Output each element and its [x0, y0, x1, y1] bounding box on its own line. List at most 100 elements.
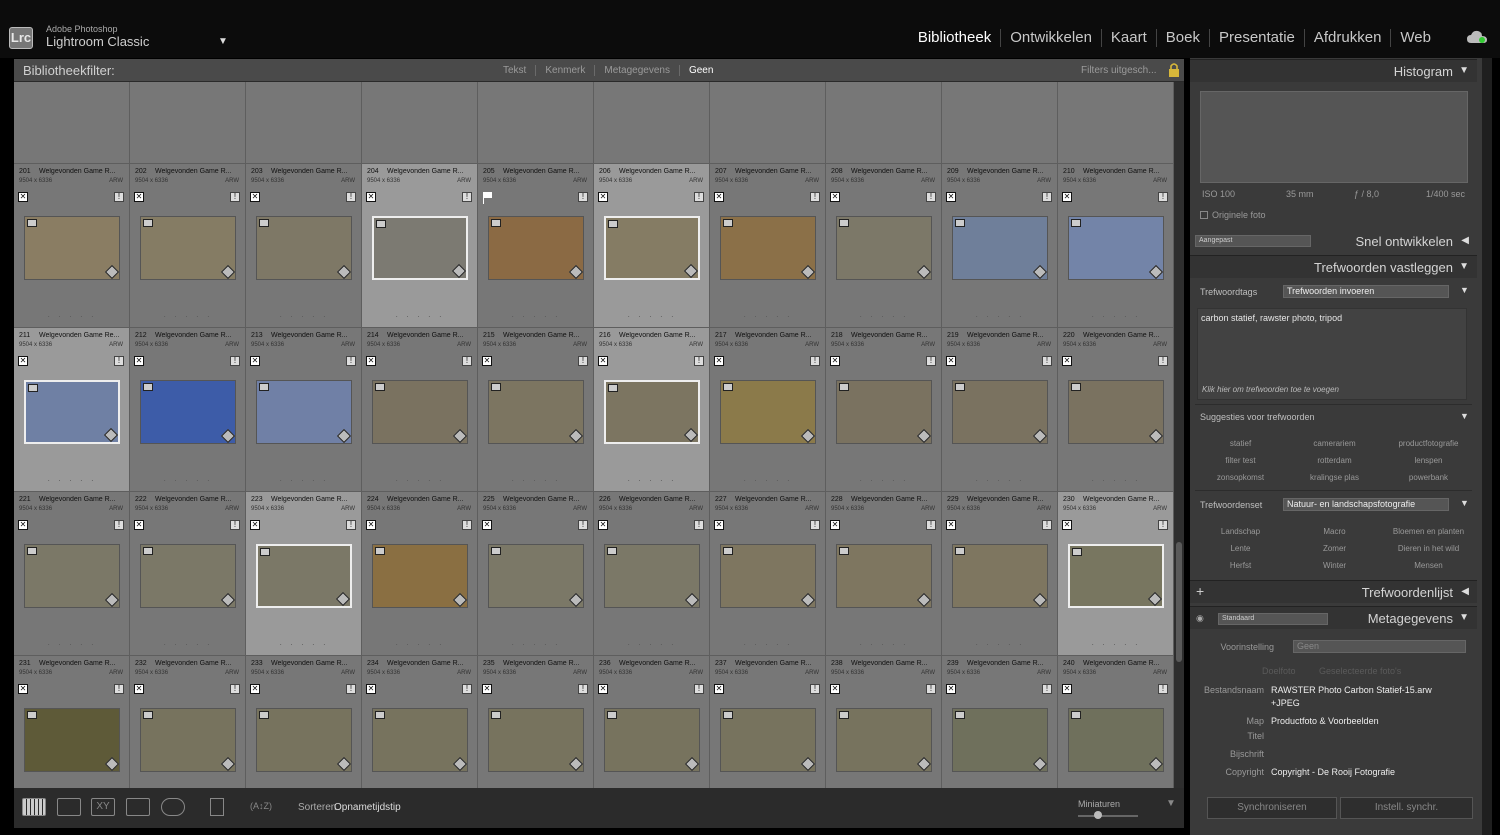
rating-dots[interactable]: · · · · · [130, 476, 246, 485]
grid-cell[interactable]: 231 Welgevonden Game R... 9504 x 6336 ARW ✕!… [14, 656, 130, 788]
filter-preset-dropdown[interactable]: Filters uitgesch... [1081, 65, 1157, 76]
keyword-badge-icon[interactable] [336, 264, 352, 280]
add-keyword-icon[interactable]: + [1196, 583, 1204, 599]
reject-flag-icon[interactable]: ✕ [598, 356, 608, 366]
keyword-set-item[interactable]: Dieren in het wild [1382, 544, 1475, 553]
missing-file-icon[interactable]: ! [1158, 192, 1168, 202]
missing-file-icon[interactable]: ! [1042, 192, 1052, 202]
rating-dots[interactable]: · · · · · [710, 476, 826, 485]
module-ontwikkelen[interactable]: Ontwikkelen [1000, 29, 1101, 47]
grid-cell[interactable]: 225 Welgevonden Game R... 9504 x 6336 ARW ✕!… [478, 492, 594, 656]
photo-thumbnail[interactable] [256, 380, 352, 444]
keyword-suggestion[interactable]: camerariem [1288, 439, 1381, 448]
keyword-suggestion[interactable]: statief [1194, 439, 1287, 448]
thumbnail-size-knob[interactable] [1094, 811, 1102, 819]
photo-thumbnail[interactable] [1068, 380, 1164, 444]
rating-dots[interactable]: · · · · · [594, 312, 710, 321]
grid-cell[interactable]: 218 Welgevonden Game R... 9504 x 6336 ARW ✕!… [826, 328, 942, 492]
grid-cell[interactable]: 217 Welgevonden Game R... 9504 x 6336 ARW ✕!… [710, 328, 826, 492]
grid-cell-partial[interactable] [130, 82, 246, 164]
photo-thumbnail[interactable] [1068, 216, 1164, 280]
photo-thumbnail[interactable] [140, 216, 236, 280]
reject-flag-icon[interactable]: ✕ [830, 684, 840, 694]
photo-thumbnail[interactable] [24, 380, 120, 444]
missing-file-icon[interactable]: ! [462, 356, 472, 366]
keyword-badge-icon[interactable] [1032, 428, 1048, 444]
keyword-badge-icon[interactable] [800, 428, 816, 444]
reject-flag-icon[interactable]: ✕ [366, 356, 376, 366]
photo-thumbnail[interactable] [836, 708, 932, 772]
keyword-badge-icon[interactable] [1032, 592, 1048, 608]
tags-triangle-icon[interactable]: ▼ [1460, 285, 1469, 295]
grid-cell[interactable]: 214 Welgevonden Game R... 9504 x 6336 ARW ✕!… [362, 328, 478, 492]
keyword-set-item[interactable]: Landschap [1194, 527, 1287, 536]
photo-thumbnail[interactable] [604, 544, 700, 608]
missing-file-icon[interactable]: ! [114, 520, 124, 530]
rating-dots[interactable]: · · · · · [942, 640, 1058, 649]
grid-cell-partial[interactable] [246, 82, 362, 164]
painter-icon[interactable] [210, 798, 224, 816]
keyword-badge-icon[interactable] [336, 756, 352, 772]
keyword-badge-icon[interactable] [916, 264, 932, 280]
collapse-triangle-icon[interactable]: ▼ [1459, 261, 1469, 272]
collapse-triangle-icon[interactable]: ▼ [1459, 65, 1469, 76]
keyword-badge-icon[interactable] [684, 592, 700, 608]
reject-flag-icon[interactable]: ✕ [18, 192, 28, 202]
grid-cell-partial[interactable] [362, 82, 478, 164]
keywords-text[interactable]: carbon statief, rawster photo, tripod [1201, 313, 1342, 323]
reject-flag-icon[interactable]: ✕ [134, 356, 144, 366]
keyword-suggestion[interactable]: lenspen [1382, 456, 1475, 465]
keyword-badge-icon[interactable] [1148, 428, 1164, 444]
survey-view-button[interactable] [126, 798, 150, 816]
keyword-badge-icon[interactable] [220, 264, 236, 280]
module-boek[interactable]: Boek [1155, 29, 1209, 47]
grid-cell[interactable]: 240 Welgevonden Game R... 9504 x 6336 ARW ✕!… [1058, 656, 1174, 788]
sync-settings-button[interactable]: Instell. synchr. [1340, 797, 1473, 819]
keyword-badge-icon[interactable] [916, 428, 932, 444]
module-bibliotheek[interactable]: Bibliotheek [909, 29, 1000, 47]
grid-cell-partial[interactable] [826, 82, 942, 164]
reject-flag-icon[interactable]: ✕ [714, 192, 724, 202]
reject-flag-icon[interactable]: ✕ [366, 520, 376, 530]
loupe-view-button[interactable] [57, 798, 81, 816]
reject-flag-icon[interactable]: ✕ [830, 520, 840, 530]
grid-cell[interactable]: 221 Welgevonden Game R... 9504 x 6336 ARW ✕!… [14, 492, 130, 656]
keyword-badge-icon[interactable] [220, 756, 236, 772]
quick-develop-header[interactable]: Snel ontwikkelen ◀ [1190, 230, 1477, 253]
grid-cell[interactable]: 237 Welgevonden Game R... 9504 x 6336 ARW ✕!… [710, 656, 826, 788]
checkbox-icon[interactable] [1200, 211, 1208, 219]
keyword-tags-mode-select[interactable]: Trefwoorden invoeren [1283, 285, 1449, 298]
photo-thumbnail[interactable] [372, 216, 468, 280]
photo-thumbnail[interactable] [1068, 544, 1164, 608]
keyword-badge-icon[interactable] [568, 264, 584, 280]
missing-file-icon[interactable]: ! [114, 684, 124, 694]
photo-thumbnail[interactable] [836, 380, 932, 444]
reject-flag-icon[interactable]: ✕ [366, 684, 376, 694]
reject-flag-icon[interactable]: ✕ [598, 684, 608, 694]
missing-file-icon[interactable]: ! [926, 520, 936, 530]
reject-flag-icon[interactable]: ✕ [366, 192, 376, 202]
grid-cell[interactable]: 239 Welgevonden Game R... 9504 x 6336 ARW ✕!… [942, 656, 1058, 788]
expand-triangle-icon[interactable]: ◀ [1461, 586, 1469, 597]
copyright-value[interactable]: Copyright - De Rooij Fotografie [1271, 767, 1395, 777]
grid-cell[interactable]: 211 Welgevonden Game Re... 9504 x 6336 ARW ✕… [14, 328, 130, 492]
metadata-view-select[interactable]: Standaard [1218, 613, 1328, 625]
photo-thumbnail[interactable] [372, 544, 468, 608]
grid-cell-partial[interactable] [594, 82, 710, 164]
photo-thumbnail[interactable] [836, 544, 932, 608]
missing-file-icon[interactable]: ! [1042, 356, 1052, 366]
reject-flag-icon[interactable]: ✕ [134, 192, 144, 202]
rating-dots[interactable]: · · · · · [362, 312, 478, 321]
keyword-set-item[interactable]: Mensen [1382, 561, 1475, 570]
missing-file-icon[interactable]: ! [578, 356, 588, 366]
missing-file-icon[interactable]: ! [462, 192, 472, 202]
keywords-hint[interactable]: Klik hier om trefwoorden toe te voegen [1202, 385, 1339, 394]
keyword-set-select[interactable]: Natuur- en landschapsfotografie [1283, 498, 1449, 511]
photo-thumbnail[interactable] [836, 216, 932, 280]
keyword-suggestion[interactable]: filter test [1194, 456, 1287, 465]
module-presentatie[interactable]: Presentatie [1208, 29, 1304, 47]
sort-dropdown[interactable]: Opnametijdstip [334, 802, 401, 813]
keyword-suggestion[interactable]: zonsopkomst [1194, 473, 1287, 482]
eye-icon[interactable]: ◉ [1196, 613, 1204, 624]
reject-flag-icon[interactable]: ✕ [250, 192, 260, 202]
